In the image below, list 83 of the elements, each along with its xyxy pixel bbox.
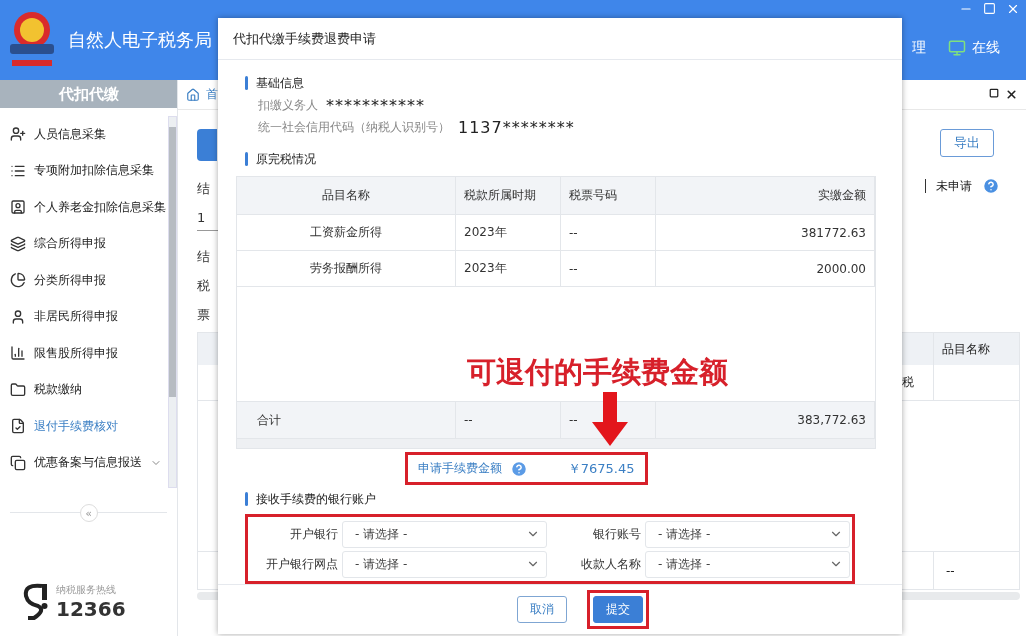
scrollbar[interactable] xyxy=(168,116,177,488)
select-field[interactable]: - 请选择 - xyxy=(645,520,850,548)
monitor-icon xyxy=(948,39,966,57)
pie-chart-icon xyxy=(10,272,26,289)
help-icon[interactable] xyxy=(509,459,528,478)
export-button[interactable]: 导出 xyxy=(940,129,994,157)
table-cell: 2000.00 xyxy=(656,251,875,287)
home-icon[interactable] xyxy=(186,87,200,102)
table-cell: -- xyxy=(561,215,656,251)
sidebar-item[interactable]: 综合所得申报 xyxy=(0,225,168,262)
sidebar-item[interactable]: 退付手续费核对 xyxy=(0,408,168,445)
person-icon xyxy=(10,308,26,325)
table-cell: -- xyxy=(456,402,561,439)
sidebar-item[interactable]: 非居民所得申报 xyxy=(0,298,168,335)
bar-chart-icon xyxy=(10,345,26,362)
app-title: 自然人电子税务局 xyxy=(68,28,212,52)
cancel-button[interactable]: 取消 xyxy=(517,596,567,624)
copy-icon xyxy=(10,454,26,471)
table-cell-text: 税 xyxy=(901,374,915,391)
select-field[interactable]: - 请选择 - xyxy=(645,550,850,578)
restore-icon[interactable] xyxy=(989,88,999,98)
table-cell: 381772.63 xyxy=(656,215,875,251)
layers-icon xyxy=(10,235,26,252)
column-header: 税款所属时期 xyxy=(456,177,561,215)
section-heading: 接收手续费的银行账户 xyxy=(256,490,376,508)
table-cell: 2023年 xyxy=(456,215,561,251)
form-label: 税 xyxy=(197,276,211,295)
section-marker xyxy=(245,152,248,167)
status-label: 未申请 xyxy=(936,177,972,195)
sidebar-item[interactable]: 个人养老金扣除信息采集 xyxy=(0,189,168,226)
annotation-caption: 可退付的手续费金额 xyxy=(467,354,728,391)
fee-label: 申请手续费金额 xyxy=(417,460,502,478)
sidebar-header: 代扣代缴 xyxy=(0,80,177,108)
column-header: 品目名称 xyxy=(933,333,1019,365)
section-marker xyxy=(245,492,248,507)
select-field[interactable]: - 请选择 - xyxy=(342,550,547,578)
section-heading: 基础信息 xyxy=(256,74,304,92)
info-label: 扣缴义务人 xyxy=(258,96,318,114)
breadcrumb[interactable]: 首 xyxy=(206,86,218,103)
table-cell: 合计 xyxy=(237,402,456,439)
table-cell: -- xyxy=(561,251,656,287)
fee-amount: ￥7675.45 xyxy=(567,459,635,478)
sidebar-item[interactable]: 分类所得申报 xyxy=(0,262,168,299)
maximize-icon[interactable] xyxy=(983,2,996,15)
submit-button[interactable]: 提交 xyxy=(593,596,643,624)
sidebar-item[interactable]: 限售股所得申报 xyxy=(0,335,168,372)
folder-icon xyxy=(10,381,26,398)
form-label: 结 xyxy=(197,247,211,266)
close-icon[interactable] xyxy=(1005,88,1018,101)
column-header: 实缴金额 xyxy=(656,177,875,215)
id-card-icon xyxy=(10,199,26,216)
info-label: 统一社会信用代码（纳税人识别号） xyxy=(258,118,450,136)
header-link[interactable]: 理 xyxy=(912,39,926,57)
section-marker xyxy=(245,76,248,91)
field-label: 开户银行 xyxy=(289,525,338,543)
info-value: *********** xyxy=(326,95,425,115)
section-heading: 原完税情况 xyxy=(256,150,316,168)
field-label: 银行账号 xyxy=(592,525,641,543)
sidebar-item[interactable]: 税款缴纳 xyxy=(0,371,168,408)
field-label: 开户银行网点 xyxy=(265,555,338,573)
sidebar-item[interactable]: 人员信息采集 xyxy=(0,116,168,153)
info-value: 1137******** xyxy=(458,117,575,137)
hotline-number: 12366 xyxy=(56,597,126,621)
header-link[interactable]: 在线 xyxy=(948,39,1000,57)
form-label: 票 xyxy=(197,305,211,324)
document-check-icon xyxy=(10,418,26,435)
column-header: 品目名称 xyxy=(237,177,456,215)
field-label: 收款人名称 xyxy=(580,555,641,573)
person-plus-icon xyxy=(10,126,26,143)
dialog-title: 代扣代缴手续费退费申请 xyxy=(218,18,902,61)
hotline-label: 纳税服务热线 xyxy=(56,583,117,597)
help-icon[interactable] xyxy=(982,177,1000,195)
table-cell: 劳务报酬所得 xyxy=(237,251,456,287)
sidebar-item[interactable]: 专项附加扣除信息采集 xyxy=(0,152,168,189)
table-cell: 2023年 xyxy=(456,251,561,287)
column-header: 税票号码 xyxy=(561,177,656,215)
sidebar-item[interactable]: 优惠备案与信息报送 xyxy=(0,444,168,481)
annotation-arrow xyxy=(592,392,628,446)
table-cell: 工资薪金所得 xyxy=(237,215,456,251)
table-cell: 383,772.63 xyxy=(656,402,875,439)
table-cell: -- xyxy=(933,552,1019,589)
form-label: 结 xyxy=(197,179,211,198)
select-field[interactable]: - 请选择 - xyxy=(342,520,547,548)
